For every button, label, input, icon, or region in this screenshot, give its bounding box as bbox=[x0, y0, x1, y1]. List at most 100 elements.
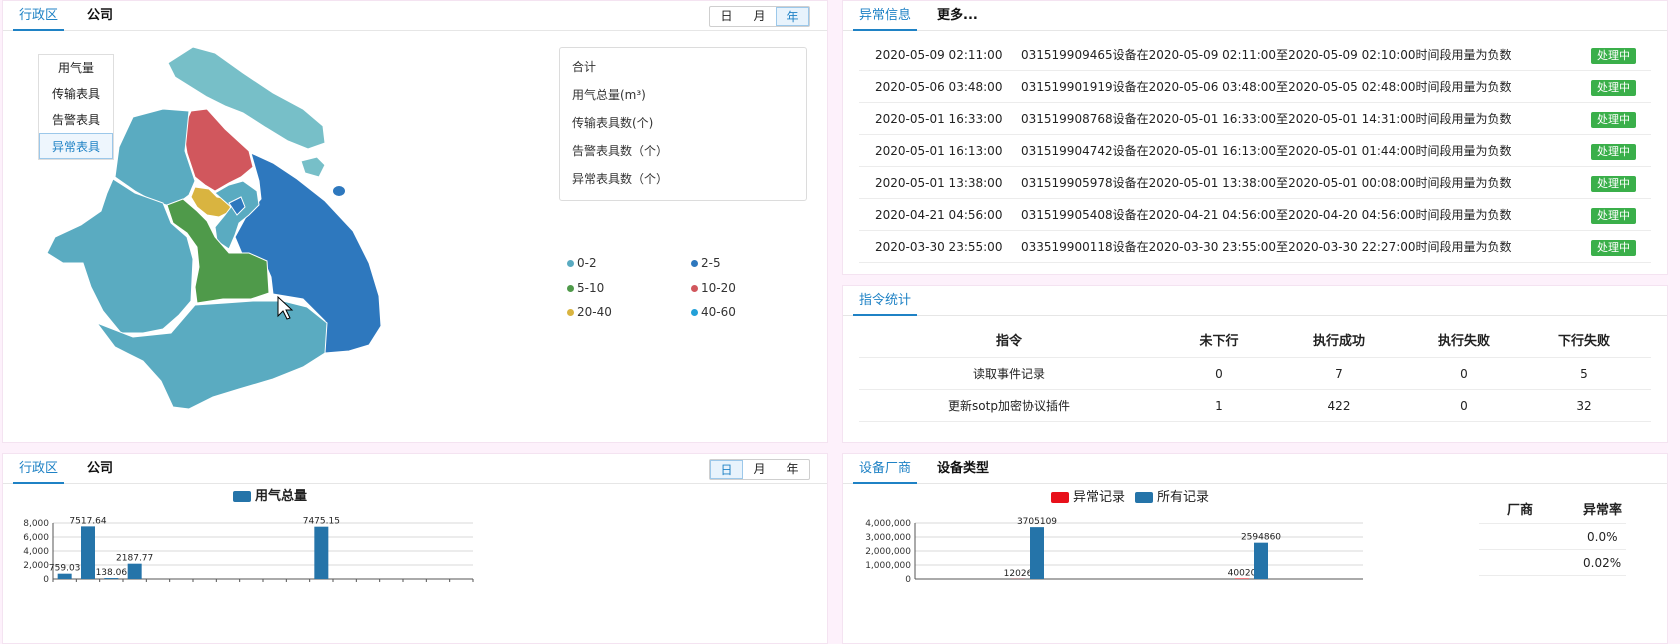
tab-vendor[interactable]: 设备厂商 bbox=[853, 454, 918, 484]
tab-command-stats[interactable]: 指令统计 bbox=[853, 286, 918, 316]
y-tick-label: 6,000 bbox=[23, 533, 49, 543]
legend-label: 40-60 bbox=[701, 305, 736, 319]
legend-dot bbox=[691, 285, 698, 292]
legend-item-10-20[interactable]: 10-20 bbox=[691, 281, 736, 295]
legend-item-5-10[interactable]: 5-10 bbox=[567, 281, 604, 295]
alarm-message: 031519909465设备在2020-05-09 02:11:00至2020-… bbox=[1021, 48, 1512, 62]
alarm-tabbar: 异常信息 更多... bbox=[843, 1, 1667, 31]
vendor-chart-legend-all[interactable]: 所有记录 bbox=[1135, 491, 1209, 505]
tab-district[interactable]: 行政区 bbox=[13, 454, 65, 484]
vendor-table-row[interactable]: 0.02% bbox=[1479, 550, 1626, 576]
alarm-row[interactable]: 2020-05-01 13:38:00 031519905978设备在2020-0… bbox=[859, 167, 1651, 199]
y-tick-label: 8,000 bbox=[23, 519, 49, 529]
usage-bar bbox=[57, 573, 72, 579]
alarm-row[interactable]: 2020-05-09 02:11:00 031519909465设备在2020-0… bbox=[859, 39, 1651, 71]
y-tick-label: 0 bbox=[43, 575, 49, 584]
col-abnormal-rate: 异常率 bbox=[1583, 503, 1623, 518]
period-year[interactable]: 年 bbox=[776, 7, 809, 26]
period-day[interactable]: 日 bbox=[710, 7, 743, 26]
legend-label: 用气总量 bbox=[255, 489, 308, 504]
usage-bar bbox=[127, 563, 142, 579]
map-tabbar: 行政区 公司 日 月 年 bbox=[3, 1, 827, 31]
command-cell: 32 bbox=[1576, 399, 1592, 413]
status-badge: 处理中 bbox=[1591, 112, 1636, 128]
legend-swatch bbox=[1135, 492, 1153, 503]
data-label: 138.06 bbox=[96, 568, 128, 578]
alarm-row[interactable]: 2020-05-01 16:33:00 031519908768设备在2020-0… bbox=[859, 103, 1651, 135]
legend-label: 所有记录 bbox=[1157, 490, 1210, 505]
map-region-hengsha[interactable] bbox=[333, 186, 345, 196]
tab-device-type[interactable]: 设备类型 bbox=[931, 454, 995, 484]
y-tick-label: 1,000,000 bbox=[865, 561, 911, 571]
alarm-row[interactable]: 2020-05-06 03:48:00 031519901919设备在2020-0… bbox=[859, 71, 1651, 103]
y-tick-label: 2,000,000 bbox=[865, 547, 911, 557]
vendor-table-row[interactable]: 0.0% bbox=[1479, 524, 1626, 550]
legend-dot bbox=[567, 285, 574, 292]
data-label: 40020 bbox=[1228, 568, 1257, 578]
summary-alarm-count: 告警表具数（个） bbox=[572, 144, 669, 158]
alarm-time: 2020-05-01 13:38:00 bbox=[875, 176, 1003, 190]
period-day[interactable]: 日 bbox=[710, 460, 743, 479]
command-cell: 0 bbox=[1460, 399, 1468, 413]
period-year[interactable]: 年 bbox=[776, 460, 809, 479]
legend-label: 20-40 bbox=[577, 305, 612, 319]
command-cell: 422 bbox=[1327, 399, 1351, 413]
legend-dot bbox=[567, 309, 574, 316]
command-table-header: 指令 未下行 执行成功 执行失败 下行失败 bbox=[859, 326, 1651, 358]
summary-gas-total: 用气总量(m³) bbox=[572, 88, 646, 102]
usage-bar-chart: 8,000 6,000 4,000 2,000 0759.03 7517.64 138.06… bbox=[23, 516, 474, 584]
tab-district[interactable]: 行政区 bbox=[13, 1, 65, 31]
period-month[interactable]: 月 bbox=[743, 460, 776, 479]
map-region-changxing[interactable] bbox=[300, 156, 326, 178]
tab-company[interactable]: 公司 bbox=[81, 454, 119, 484]
status-badge: 处理中 bbox=[1591, 208, 1636, 224]
vendor-rate: 0.02% bbox=[1583, 556, 1622, 570]
alarm-message: 031519905978设备在2020-05-01 13:38:00至2020-… bbox=[1021, 176, 1512, 190]
usage-chart-legend[interactable]: 用气总量 bbox=[233, 490, 307, 504]
vendor-rate: 0.0% bbox=[1587, 530, 1618, 544]
col-vendor: 厂商 bbox=[1507, 503, 1534, 518]
col-exec-fail: 执行失败 bbox=[1437, 334, 1490, 349]
y-tick-label: 3,000,000 bbox=[865, 533, 911, 543]
vendor-bar bbox=[1254, 542, 1268, 579]
col-send-fail: 下行失败 bbox=[1557, 334, 1610, 349]
legend-label: 0-2 bbox=[577, 256, 597, 270]
alarm-row[interactable]: 2020-03-30 23:55:00 033519900118设备在2020-0… bbox=[859, 231, 1651, 263]
summary-total: 合计 bbox=[572, 60, 597, 74]
vendor-tabbar: 设备厂商 设备类型 bbox=[843, 454, 1667, 484]
command-cell: 更新sotp加密协议插件 bbox=[948, 399, 1070, 413]
data-label: 7517.64 bbox=[69, 516, 106, 526]
tab-more[interactable]: 更多... bbox=[931, 1, 984, 31]
legend-dot bbox=[691, 260, 698, 267]
period-month[interactable]: 月 bbox=[743, 7, 776, 26]
col-not-sent: 未下行 bbox=[1199, 334, 1239, 349]
district-map bbox=[46, 46, 382, 410]
status-badge: 处理中 bbox=[1591, 144, 1636, 160]
command-table-row[interactable]: 更新sotp加密协议插件 1 422 0 32 bbox=[859, 390, 1651, 422]
alarm-row[interactable]: 2020-05-01 16:13:00 031519904742设备在2020-0… bbox=[859, 135, 1651, 167]
vendor-bar bbox=[1235, 578, 1249, 579]
legend-item-0-2[interactable]: 0-2 bbox=[567, 256, 597, 270]
alarm-time: 2020-05-01 16:13:00 bbox=[875, 144, 1003, 158]
alarm-row[interactable]: 2020-04-21 04:56:00 031519905408设备在2020-0… bbox=[859, 199, 1651, 231]
status-badge: 处理中 bbox=[1591, 176, 1636, 192]
alarm-message: 031519905408设备在2020-04-21 04:56:00至2020-… bbox=[1021, 208, 1512, 222]
status-badge: 处理中 bbox=[1591, 240, 1636, 256]
command-cell: 0 bbox=[1215, 367, 1223, 381]
status-badge: 处理中 bbox=[1591, 80, 1636, 96]
legend-label: 5-10 bbox=[577, 281, 605, 295]
legend-item-2-5[interactable]: 2-5 bbox=[691, 256, 721, 270]
command-table-row[interactable]: 读取事件记录 0 7 0 5 bbox=[859, 358, 1651, 390]
tab-company[interactable]: 公司 bbox=[81, 1, 119, 31]
y-tick-label: 2,000 bbox=[23, 561, 49, 571]
alarm-message: 031519908768设备在2020-05-01 16:33:00至2020-… bbox=[1021, 112, 1512, 126]
legend-label: 异常记录 bbox=[1073, 490, 1126, 505]
alarm-time: 2020-04-21 04:56:00 bbox=[875, 208, 1003, 222]
status-badge: 处理中 bbox=[1591, 48, 1636, 64]
legend-item-20-40[interactable]: 20-40 bbox=[567, 305, 612, 319]
y-tick-label: 4,000,000 bbox=[865, 519, 911, 529]
tab-abnormal-info[interactable]: 异常信息 bbox=[853, 1, 918, 31]
usage-panel: 行政区 公司 日 月 年 用气总量 8,000 6,000 4,000 2,000 0 7… bbox=[2, 453, 828, 644]
vendor-chart-legend-abnormal[interactable]: 异常记录 bbox=[1051, 491, 1125, 505]
legend-item-40-60[interactable]: 40-60 bbox=[691, 305, 736, 319]
